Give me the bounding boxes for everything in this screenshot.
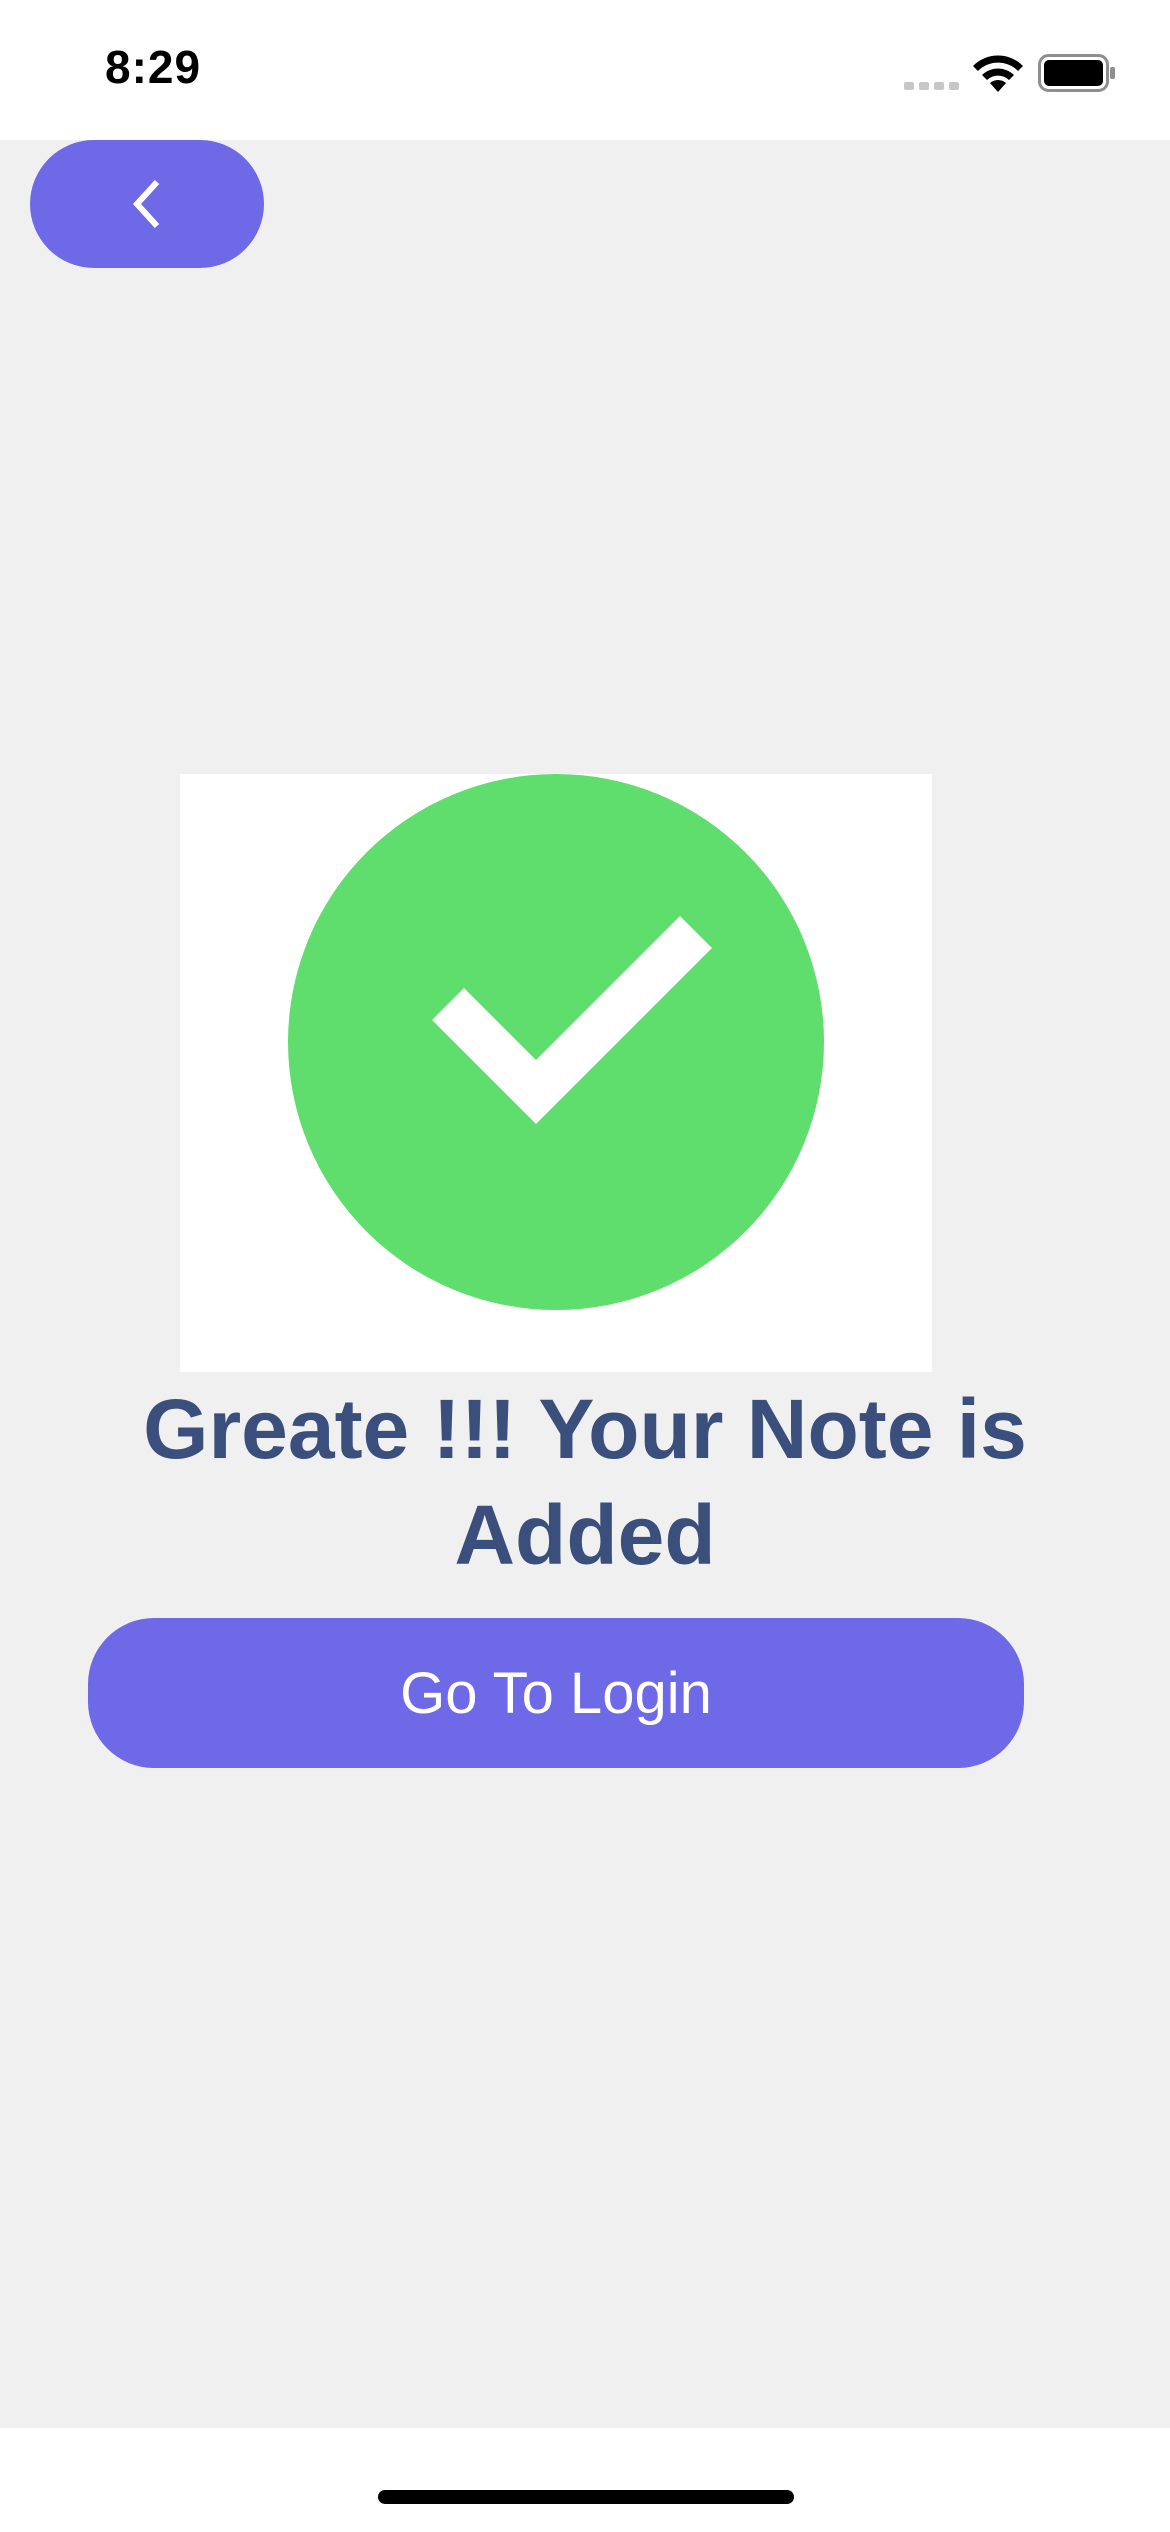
chevron-left-icon <box>132 179 160 229</box>
battery-icon <box>1038 54 1115 92</box>
main-content: Greate !!! Your Note is Added Go To Logi… <box>0 140 1170 2428</box>
status-time: 8:29 <box>105 41 202 93</box>
checkmark-circle-icon <box>288 774 824 1310</box>
go-to-login-button[interactable]: Go To Login <box>88 1618 1024 1768</box>
success-image <box>180 774 932 1372</box>
signal-icon <box>904 82 959 90</box>
back-button[interactable] <box>30 140 264 268</box>
success-message: Greate !!! Your Note is Added <box>143 1382 1027 1582</box>
bottom-safe-area <box>0 2428 1170 2532</box>
wifi-icon <box>973 55 1023 92</box>
home-indicator[interactable] <box>378 2490 794 2504</box>
status-bar: 8:29 <box>0 0 1170 140</box>
